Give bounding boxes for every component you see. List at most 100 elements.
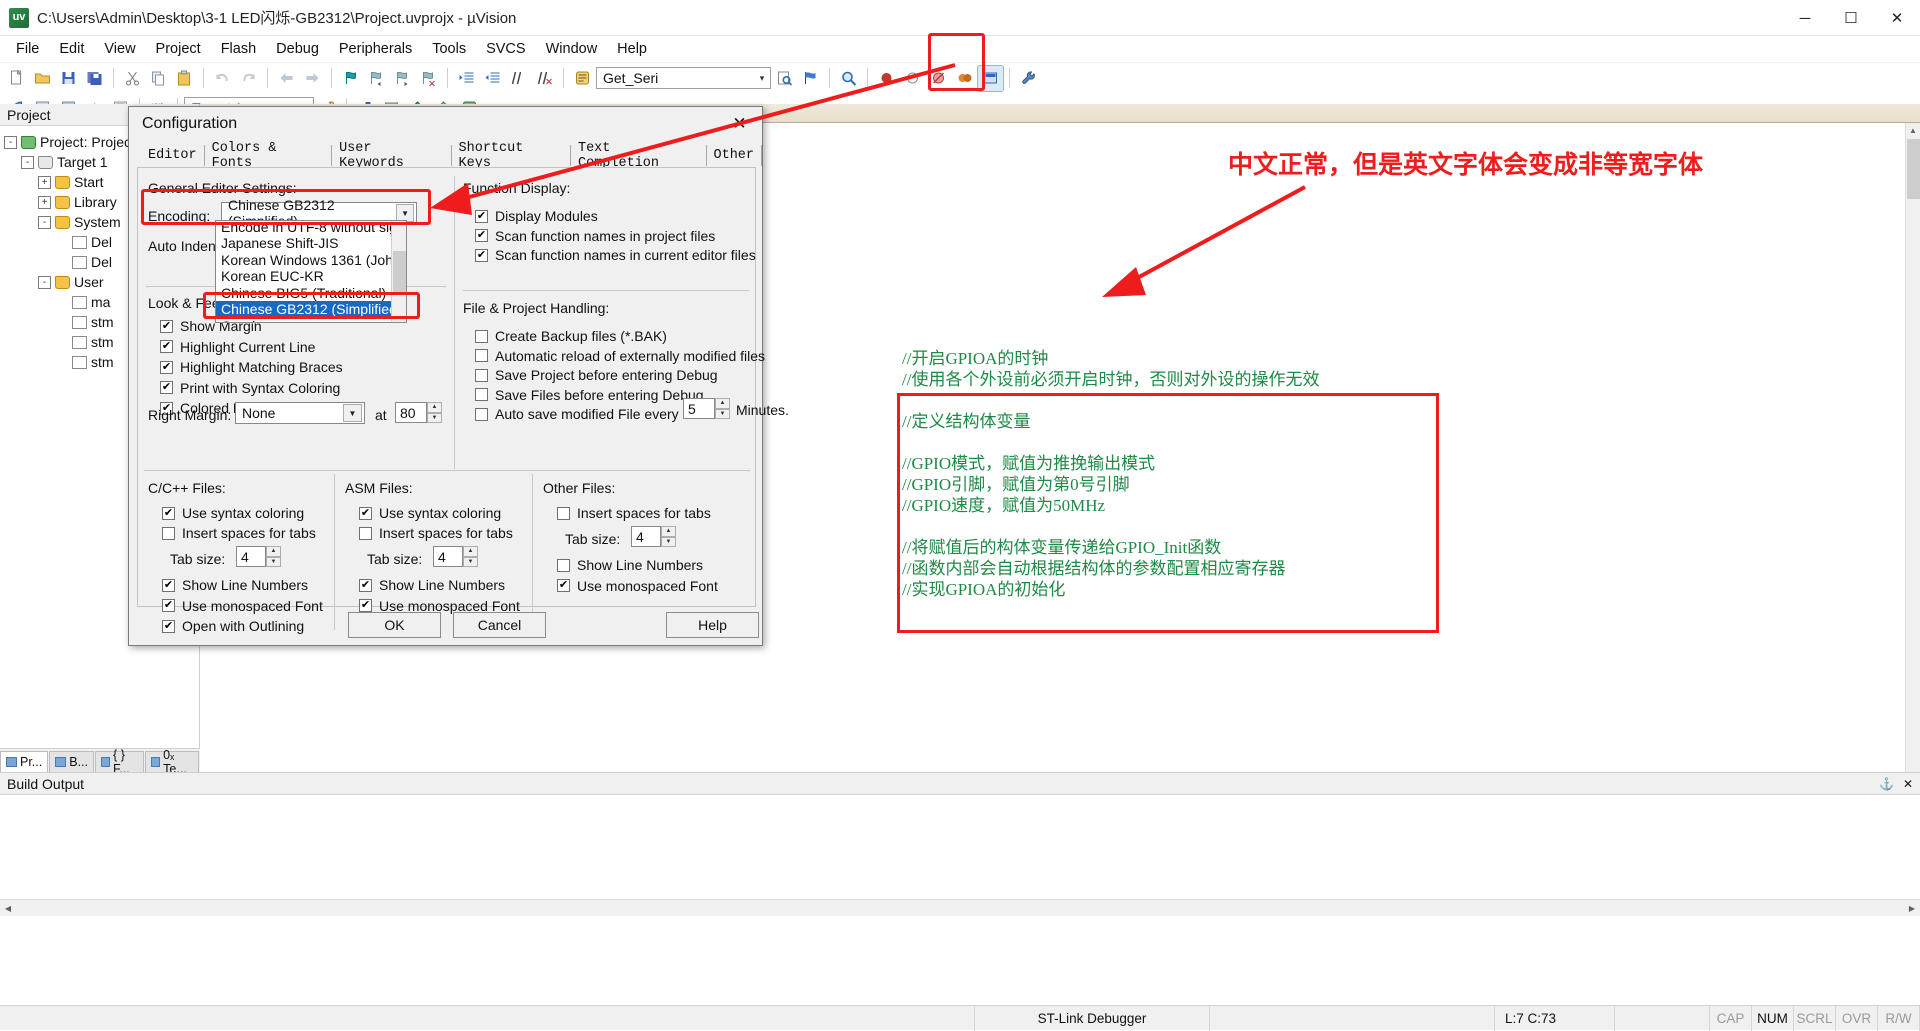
dialog-tab-shortcut-keys[interactable]: Shortcut Keys (451, 141, 571, 171)
cancel-button[interactable]: Cancel (453, 612, 546, 638)
right-margin-column-input[interactable]: 80 (395, 402, 427, 423)
outdent-icon[interactable] (480, 66, 505, 91)
collapse-icon[interactable]: - (38, 215, 51, 229)
file-project-check-4[interactable]: Auto save modified File every (475, 406, 679, 422)
file-col-0-bcheck-0[interactable]: Show Line Numbers (162, 577, 308, 593)
checkbox-icon[interactable] (162, 599, 175, 612)
comment-icon[interactable] (506, 66, 531, 91)
dropdown-scroll-thumb[interactable] (393, 251, 406, 293)
close-button[interactable]: ✕ (1874, 0, 1920, 36)
checkbox-icon[interactable] (475, 407, 488, 421)
new-file-icon[interactable] (4, 66, 29, 91)
function-display-check-2[interactable]: Scan function names in current editor fi… (475, 247, 756, 263)
file-col-1-check-1[interactable]: Insert spaces for tabs (359, 525, 513, 541)
save-icon[interactable] (56, 66, 81, 91)
file-project-check-3[interactable]: Save Files before entering Debug (475, 387, 704, 403)
encoding-option-5[interactable]: Chinese BIG5 (Traditional) (216, 285, 392, 302)
encoding-option-1[interactable]: Encode in UTF-8 without signature (216, 221, 406, 235)
bookmark-toggle-icon[interactable] (338, 66, 363, 91)
configuration-wrench-icon[interactable] (1016, 66, 1041, 91)
scroll-thumb[interactable] (1907, 139, 1920, 199)
file-col-2-tabsize-input[interactable]: 4 (631, 526, 661, 547)
dialog-close-button[interactable]: ✕ (717, 107, 762, 141)
project-pane-tab-2[interactable]: { } F... (95, 748, 145, 776)
file-col-2-bcheck-0[interactable]: Show Line Numbers (557, 557, 703, 573)
file-col-2-check-0[interactable]: Insert spaces for tabs (557, 505, 711, 521)
insert-breakpoint-icon[interactable] (874, 66, 899, 91)
scroll-up-icon[interactable]: ▲ (1906, 123, 1920, 138)
checkbox-icon[interactable] (475, 229, 488, 242)
chevron-down-icon[interactable]: ▾ (754, 73, 770, 84)
encoding-option-2[interactable]: Japanese Shift-JIS (216, 235, 392, 252)
bookmark-prev-icon[interactable] (364, 66, 389, 91)
close-icon[interactable]: ✕ (1903, 777, 1913, 791)
bookmark-list-icon[interactable] (570, 66, 595, 91)
project-pane-tab-3[interactable]: 0ₓ Te... (145, 748, 199, 776)
cut-icon[interactable] (120, 66, 145, 91)
checkbox-icon[interactable] (162, 578, 175, 592)
lookfeel-check-2[interactable]: Highlight Matching Braces (160, 359, 343, 375)
project-pane-tab-0[interactable]: Pr... (0, 751, 49, 772)
checkbox-icon[interactable] (162, 619, 175, 633)
menu-view[interactable]: View (94, 38, 145, 60)
kill-all-breakpoints-icon[interactable] (926, 66, 951, 91)
checkbox-icon[interactable] (359, 526, 372, 540)
function-display-check-0[interactable]: Display Modules (475, 208, 598, 224)
chevron-down-icon[interactable]: ▼ (343, 404, 362, 422)
indent-icon[interactable] (454, 66, 479, 91)
bookmark-next-icon[interactable] (390, 66, 415, 91)
menu-edit[interactable]: Edit (49, 38, 94, 60)
scroll-right-icon[interactable]: ▶ (1904, 904, 1920, 913)
checkbox-icon[interactable] (475, 349, 488, 362)
menu-project[interactable]: Project (146, 38, 211, 60)
start-debug-icon[interactable] (977, 64, 1004, 92)
menu-debug[interactable]: Debug (266, 38, 329, 60)
open-file-icon[interactable] (30, 66, 55, 91)
encoding-option-4[interactable]: Korean EUC-KR (216, 268, 392, 285)
right-margin-spinner[interactable]: ▲ ▼ (427, 402, 442, 423)
disable-all-breakpoints-icon[interactable] (952, 66, 977, 91)
right-margin-combo[interactable]: None ▼ (235, 402, 365, 424)
menu-tools[interactable]: Tools (422, 38, 476, 60)
file-col-2-bcheck-1[interactable]: Use monospaced Font (557, 578, 718, 594)
function-display-check-1[interactable]: Scan function names in project files (475, 228, 715, 244)
dropdown-scrollbar[interactable] (391, 221, 406, 322)
checkbox-icon[interactable] (475, 209, 488, 223)
checkbox-icon[interactable] (160, 340, 173, 353)
pin-icon[interactable]: ⚓ (1879, 777, 1894, 791)
bookmark-clear-icon[interactable] (416, 66, 441, 91)
find-in-files-icon[interactable] (772, 66, 797, 91)
checkbox-icon[interactable] (359, 506, 372, 520)
redo-icon[interactable] (236, 66, 261, 91)
help-button[interactable]: Help (666, 612, 759, 638)
encoding-dropdown-list[interactable]: Encode in ANSIEncode in UTF-8 without si… (215, 220, 407, 323)
autosave-spinner[interactable]: ▲ ▼ (715, 398, 730, 419)
file-project-check-2[interactable]: Save Project before entering Debug (475, 367, 718, 383)
disable-breakpoint-icon[interactable] (900, 66, 925, 91)
checkbox-icon[interactable] (160, 381, 173, 394)
lookfeel-check-3[interactable]: Print with Syntax Coloring (160, 380, 340, 396)
autosave-minutes-input[interactable]: 5 (683, 398, 715, 419)
bookmark-flag-icon[interactable] (798, 66, 823, 91)
file-col-0-tabsize-spinner[interactable]: ▲ ▼ (266, 546, 281, 567)
copy-icon[interactable] (146, 66, 171, 91)
expand-icon[interactable]: + (38, 175, 51, 189)
build-output-text[interactable] (0, 795, 1920, 899)
file-col-0-bcheck-1[interactable]: Use monospaced Font (162, 598, 323, 614)
ok-button[interactable]: OK (348, 612, 441, 638)
dialog-tab-user-keywords[interactable]: User Keywords (332, 141, 452, 171)
checkbox-icon[interactable] (162, 506, 175, 520)
checkbox-icon[interactable] (475, 388, 488, 401)
menu-peripherals[interactable]: Peripherals (329, 38, 422, 60)
file-col-0-check-1[interactable]: Insert spaces for tabs (162, 525, 316, 541)
editor-vertical-scrollbar[interactable]: ▲ (1905, 123, 1920, 772)
build-output-scrollbar[interactable]: ◀ ▶ (0, 899, 1920, 916)
file-col-1-check-0[interactable]: Use syntax coloring (359, 505, 501, 521)
checkbox-icon[interactable] (475, 329, 488, 343)
checkbox-icon[interactable] (160, 319, 173, 333)
checkbox-icon[interactable] (359, 578, 372, 592)
find-icon[interactable] (836, 66, 861, 91)
maximize-button[interactable]: ☐ (1828, 0, 1874, 36)
encoding-option-7[interactable]: Greek (216, 318, 392, 323)
dialog-tab-editor[interactable]: Editor (141, 145, 205, 166)
